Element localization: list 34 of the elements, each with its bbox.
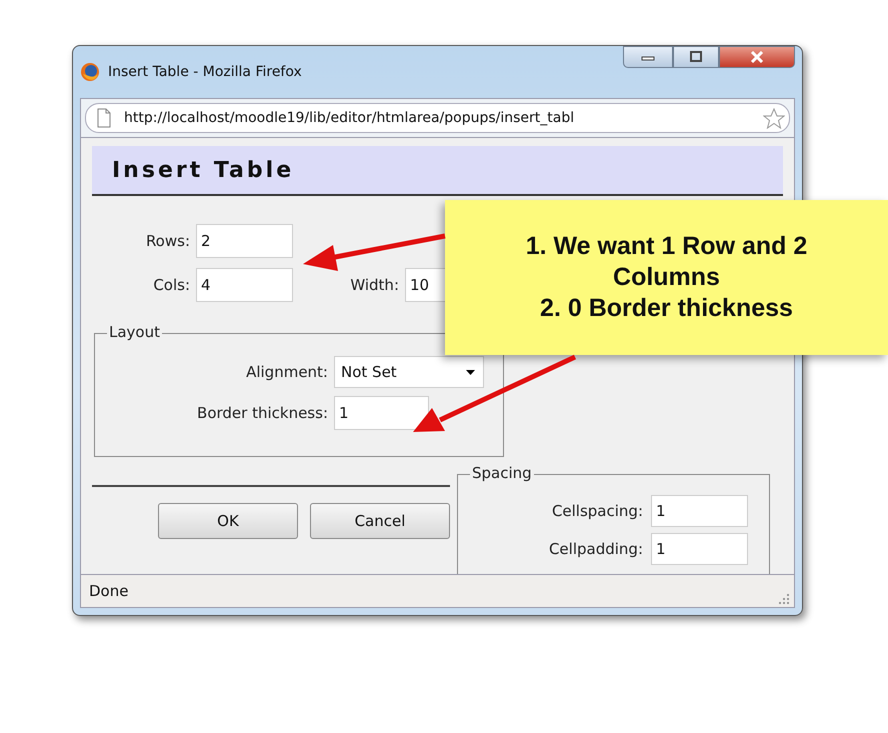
window-title: Insert Table - Mozilla Firefox [108, 64, 302, 80]
url-text: http://localhost/moodle19/lib/editor/htmlarea/popups/insert_tabl [124, 110, 576, 126]
dialog-heading: Insert Table [92, 146, 783, 196]
browser-logo-icon [80, 62, 100, 82]
dialog-button[interactable]: Cancel [310, 503, 450, 539]
minimize-button[interactable] [623, 46, 673, 68]
star-icon [763, 108, 785, 128]
group-legend: Layout [107, 323, 162, 341]
status-text: Done [89, 582, 128, 600]
field-label: Alignment: [245, 363, 328, 381]
maximize-icon [688, 51, 704, 63]
input-field[interactable]: 4 [196, 268, 293, 302]
close-button[interactable] [719, 46, 795, 68]
field-label: Rows: [144, 232, 190, 250]
field-label: Cellspacing: [550, 502, 643, 520]
input-field[interactable]: 1 [651, 533, 748, 565]
input-field[interactable]: 1 [651, 495, 748, 527]
maximize-button[interactable] [673, 46, 719, 68]
close-icon [749, 51, 765, 63]
callout-text: 1. We want 1 Row and 2 Columns 2. 0 Border thickness [526, 230, 808, 324]
field-label: Cols: [152, 276, 190, 294]
address-bar[interactable]: http://localhost/moodle19/lib/editor/htmlarea/popups/insert_tabl [85, 103, 790, 133]
group-legend: Spacing [470, 464, 534, 482]
field-label: Width: [349, 276, 399, 294]
dropdown-caret-icon [466, 370, 475, 374]
resize-grip-icon [778, 593, 790, 605]
input-field[interactable]: 10 [405, 268, 445, 302]
input-field[interactable]: 1 [334, 396, 429, 430]
field-label: Cellpadding: [548, 540, 643, 558]
page-icon [96, 108, 112, 128]
dialog-button[interactable]: OK [158, 503, 298, 539]
field-label: Border thickness: [196, 404, 328, 422]
input-field[interactable]: 2 [196, 224, 293, 258]
alignment-dropdown[interactable]: Not Set [334, 356, 484, 388]
